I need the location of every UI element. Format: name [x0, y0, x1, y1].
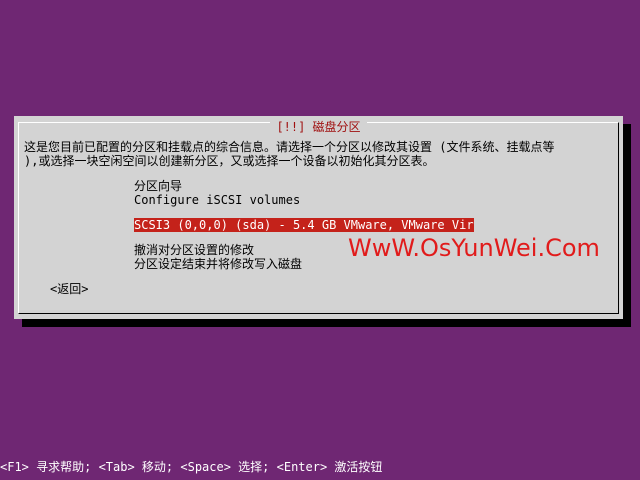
watermark-text: WwW.OsYunWei.Com [348, 234, 600, 262]
dialog-title: [!!] 磁盘分区 [270, 120, 367, 134]
description-line-1: 这是您目前已配置的分区和挂载点的综合信息。请选择一个分区以修改其设置 (文件系统… [24, 140, 555, 154]
description-line-2: ),或选择一块空闲空间以创建新分区，又或选择一个设备以初始化其分区表。 [24, 154, 435, 168]
menu-spacer [134, 207, 479, 218]
status-bar: <F1> 寻求帮助; <Tab> 移动; <Space> 选择; <Enter>… [0, 460, 640, 474]
partition-dialog: [!!] 磁盘分区 这是您目前已配置的分区和挂载点的综合信息。请选择一个分区以修… [14, 116, 623, 319]
menu-item-disk-sda[interactable]: SCSI3 (0,0,0) (sda) - 5.4 GB VMware, VMw… [134, 218, 474, 232]
dialog-title-bar: [!!] 磁盘分区 [19, 120, 618, 134]
back-button[interactable]: <返回> [50, 282, 88, 296]
dialog-description: 这是您目前已配置的分区和挂载点的综合信息。请选择一个分区以修改其设置 (文件系统… [24, 140, 609, 168]
status-bar-help-text: <F1> 寻求帮助; <Tab> 移动; <Space> 选择; <Enter>… [0, 460, 383, 474]
menu-item-configure-iscsi[interactable]: Configure iSCSI volumes [134, 193, 479, 207]
menu-item-guided-partitioning[interactable]: 分区向导 [134, 179, 479, 193]
